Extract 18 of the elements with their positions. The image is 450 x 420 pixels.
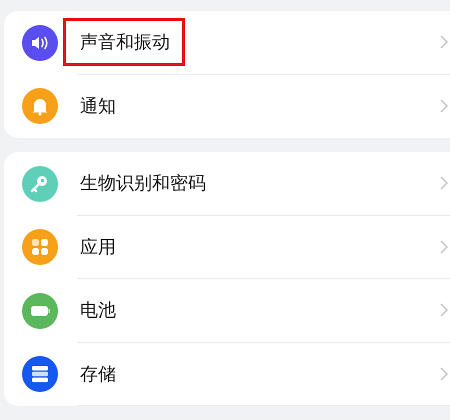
storage-icon	[22, 356, 58, 392]
chevron-icon	[440, 366, 448, 381]
key-icon	[22, 166, 58, 202]
chevron-icon	[440, 303, 448, 318]
grid-icon	[22, 229, 58, 266]
bell-icon	[22, 88, 58, 124]
chevron-icon	[440, 176, 448, 190]
setting-item[interactable]: 声音和振动	[63, 18, 185, 66]
chevron-icon	[440, 35, 448, 50]
setting-item[interactable]: 通知	[63, 82, 131, 130]
speaker-icon	[22, 24, 58, 61]
setting-item[interactable]: 电池	[63, 286, 131, 334]
chevron-icon	[440, 240, 448, 254]
battery-icon	[22, 292, 58, 329]
setting-item[interactable]: 存储	[63, 350, 131, 398]
setting-item[interactable]: 生物识别和密码	[63, 159, 221, 208]
setting-item[interactable]: 应用	[63, 222, 131, 271]
chevron-icon	[440, 99, 448, 114]
